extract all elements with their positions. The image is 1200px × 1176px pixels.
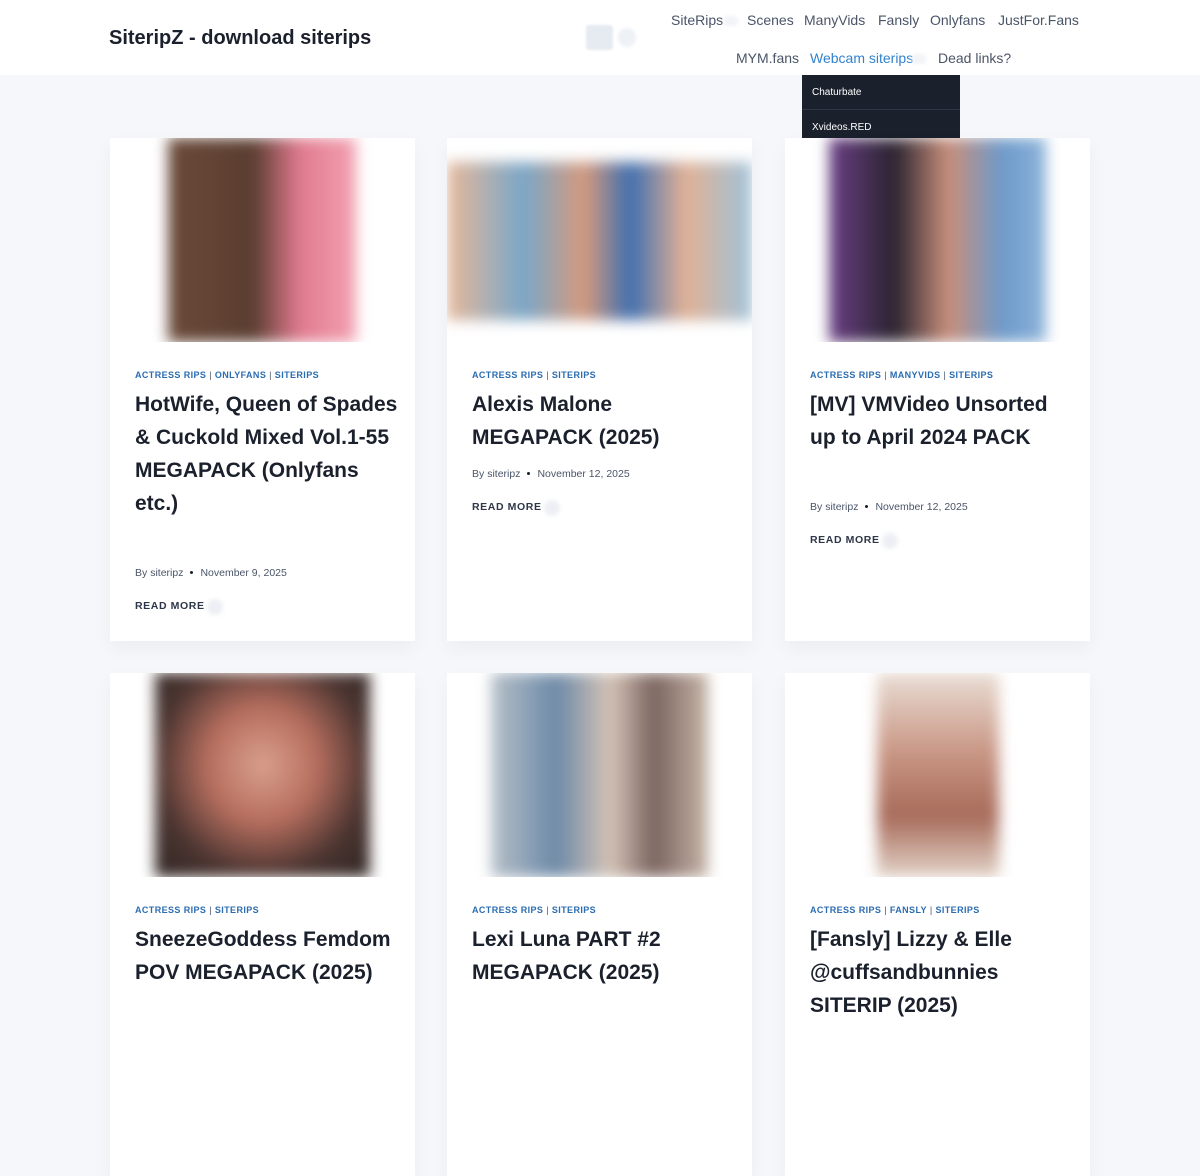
post-title[interactable]: Lexi Luna PART #2 MEGAPACK (2025): [472, 923, 737, 989]
post-thumbnail[interactable]: [110, 138, 415, 342]
dropdown-item-label: Chaturbate: [812, 87, 862, 98]
read-more-link[interactable]: READ MORE: [472, 501, 542, 513]
post-card: ACTRESS RIPS | ONLYFANS | SITERIPS HotWi…: [110, 138, 415, 641]
post-card: ACTRESS RIPS | MANYVIDS | SITERIPS [MV] …: [785, 138, 1090, 641]
separator-dot: [865, 504, 869, 508]
category-link[interactable]: ACTRESS RIPS: [472, 905, 543, 915]
post-categories: ACTRESS RIPS | SITERIPS: [472, 905, 597, 915]
post-card: ACTRESS RIPS | SITERIPS SneezeGoddess Fe…: [110, 673, 415, 1176]
dropdown-item-label: Xvideos.RED: [812, 122, 872, 133]
nav-item-siterips[interactable]: SiteRips: [671, 12, 723, 28]
thumbnail-image: [155, 673, 370, 877]
category-link[interactable]: FANSLY: [890, 905, 927, 915]
separator-dot: [527, 471, 531, 475]
post-meta: By siteripz November 12, 2025: [810, 501, 968, 513]
header-icon[interactable]: [586, 25, 613, 50]
chevron-down-icon: [912, 54, 926, 64]
category-link[interactable]: SITERIPS: [552, 905, 596, 915]
post-thumbnail[interactable]: [785, 138, 1090, 342]
thumbnail-image: [829, 138, 1046, 342]
thumbnail-image: [168, 138, 356, 342]
nav-item-fansly[interactable]: Fansly: [878, 12, 919, 28]
byline-prefix: By: [472, 468, 485, 480]
post-card: ACTRESS RIPS | SITERIPS Lexi Luna PART #…: [447, 673, 752, 1176]
arrow-right-icon: [207, 599, 223, 615]
post-meta: By siteripz November 9, 2025: [135, 567, 287, 579]
post-author[interactable]: siteripz: [150, 567, 183, 579]
post-thumbnail[interactable]: [785, 673, 1090, 877]
category-link[interactable]: SITERIPS: [935, 905, 979, 915]
thumbnail-image: [447, 162, 752, 320]
post-categories: ACTRESS RIPS | ONLYFANS | SITERIPS: [135, 370, 320, 380]
post-categories: ACTRESS RIPS | SITERIPS: [135, 905, 260, 915]
post-author[interactable]: siteripz: [487, 468, 520, 480]
post-author[interactable]: siteripz: [825, 501, 858, 513]
post-title[interactable]: [Fansly] Lizzy & Elle @cuffsandbunnies S…: [810, 923, 1075, 1022]
category-link[interactable]: SITERIPS: [215, 905, 259, 915]
post-thumbnail[interactable]: [447, 138, 752, 342]
post-meta: By siteripz November 12, 2025: [472, 468, 630, 480]
dropdown-item-chaturbate[interactable]: Chaturbate: [802, 75, 960, 109]
post-date: November 12, 2025: [537, 468, 630, 480]
thumbnail-image: [491, 673, 708, 877]
post-thumbnail[interactable]: [447, 673, 752, 877]
category-link[interactable]: ACTRESS RIPS: [810, 370, 881, 380]
header-icons: [586, 25, 646, 51]
chevron-down-icon: [724, 16, 738, 26]
post-card: ACTRESS RIPS | FANSLY | SITERIPS [Fansly…: [785, 673, 1090, 1176]
category-link[interactable]: MANYVIDS: [890, 370, 941, 380]
category-link[interactable]: ACTRESS RIPS: [135, 370, 206, 380]
category-link[interactable]: ACTRESS RIPS: [135, 905, 206, 915]
post-card: ACTRESS RIPS | SITERIPS Alexis Malone ME…: [447, 138, 752, 641]
post-title[interactable]: HotWife, Queen of Spades & Cuckold Mixed…: [135, 388, 400, 520]
webcam-dropdown-menu: Chaturbate Xvideos.RED: [802, 75, 960, 144]
site-header: SiteripZ - download siterips SiteRips Sc…: [0, 0, 1200, 75]
nav-item-dead-links[interactable]: Dead links?: [938, 50, 1011, 66]
category-link[interactable]: SITERIPS: [275, 370, 319, 380]
nav-item-manyvids[interactable]: ManyVids: [804, 12, 865, 28]
post-title[interactable]: [MV] VMVideo Unsorted up to April 2024 P…: [810, 388, 1075, 454]
read-more-link[interactable]: READ MORE: [810, 534, 880, 546]
post-title[interactable]: SneezeGoddess Femdom POV MEGAPACK (2025): [135, 923, 400, 989]
arrow-right-icon: [544, 500, 560, 516]
read-more-link[interactable]: READ MORE: [135, 600, 205, 612]
category-link[interactable]: ACTRESS RIPS: [472, 370, 543, 380]
post-date: November 12, 2025: [875, 501, 968, 513]
nav-item-mymfans[interactable]: MYM.fans: [736, 50, 799, 66]
category-link[interactable]: ONLYFANS: [215, 370, 266, 380]
category-link[interactable]: ACTRESS RIPS: [810, 905, 881, 915]
nav-item-webcam-siterips[interactable]: Webcam siterips: [810, 50, 913, 66]
arrow-right-icon: [882, 533, 898, 549]
post-title[interactable]: Alexis Malone MEGAPACK (2025): [472, 388, 737, 454]
site-title[interactable]: SiteripZ - download siterips: [109, 27, 371, 50]
thumbnail-image: [877, 673, 999, 877]
byline-prefix: By: [135, 567, 148, 579]
post-categories: ACTRESS RIPS | SITERIPS: [472, 370, 597, 380]
post-thumbnail[interactable]: [110, 673, 415, 877]
post-date: November 9, 2025: [200, 567, 287, 579]
nav-item-justforfans[interactable]: JustFor.Fans: [998, 12, 1079, 28]
header-icon-secondary[interactable]: [618, 28, 636, 47]
nav-item-scenes[interactable]: Scenes: [747, 12, 794, 28]
nav-item-onlyfans[interactable]: Onlyfans: [930, 12, 985, 28]
post-categories: ACTRESS RIPS | MANYVIDS | SITERIPS: [810, 370, 994, 380]
byline-prefix: By: [810, 501, 823, 513]
category-link[interactable]: SITERIPS: [949, 370, 993, 380]
post-categories: ACTRESS RIPS | FANSLY | SITERIPS: [810, 905, 980, 915]
category-link[interactable]: SITERIPS: [552, 370, 596, 380]
separator-dot: [190, 570, 194, 574]
